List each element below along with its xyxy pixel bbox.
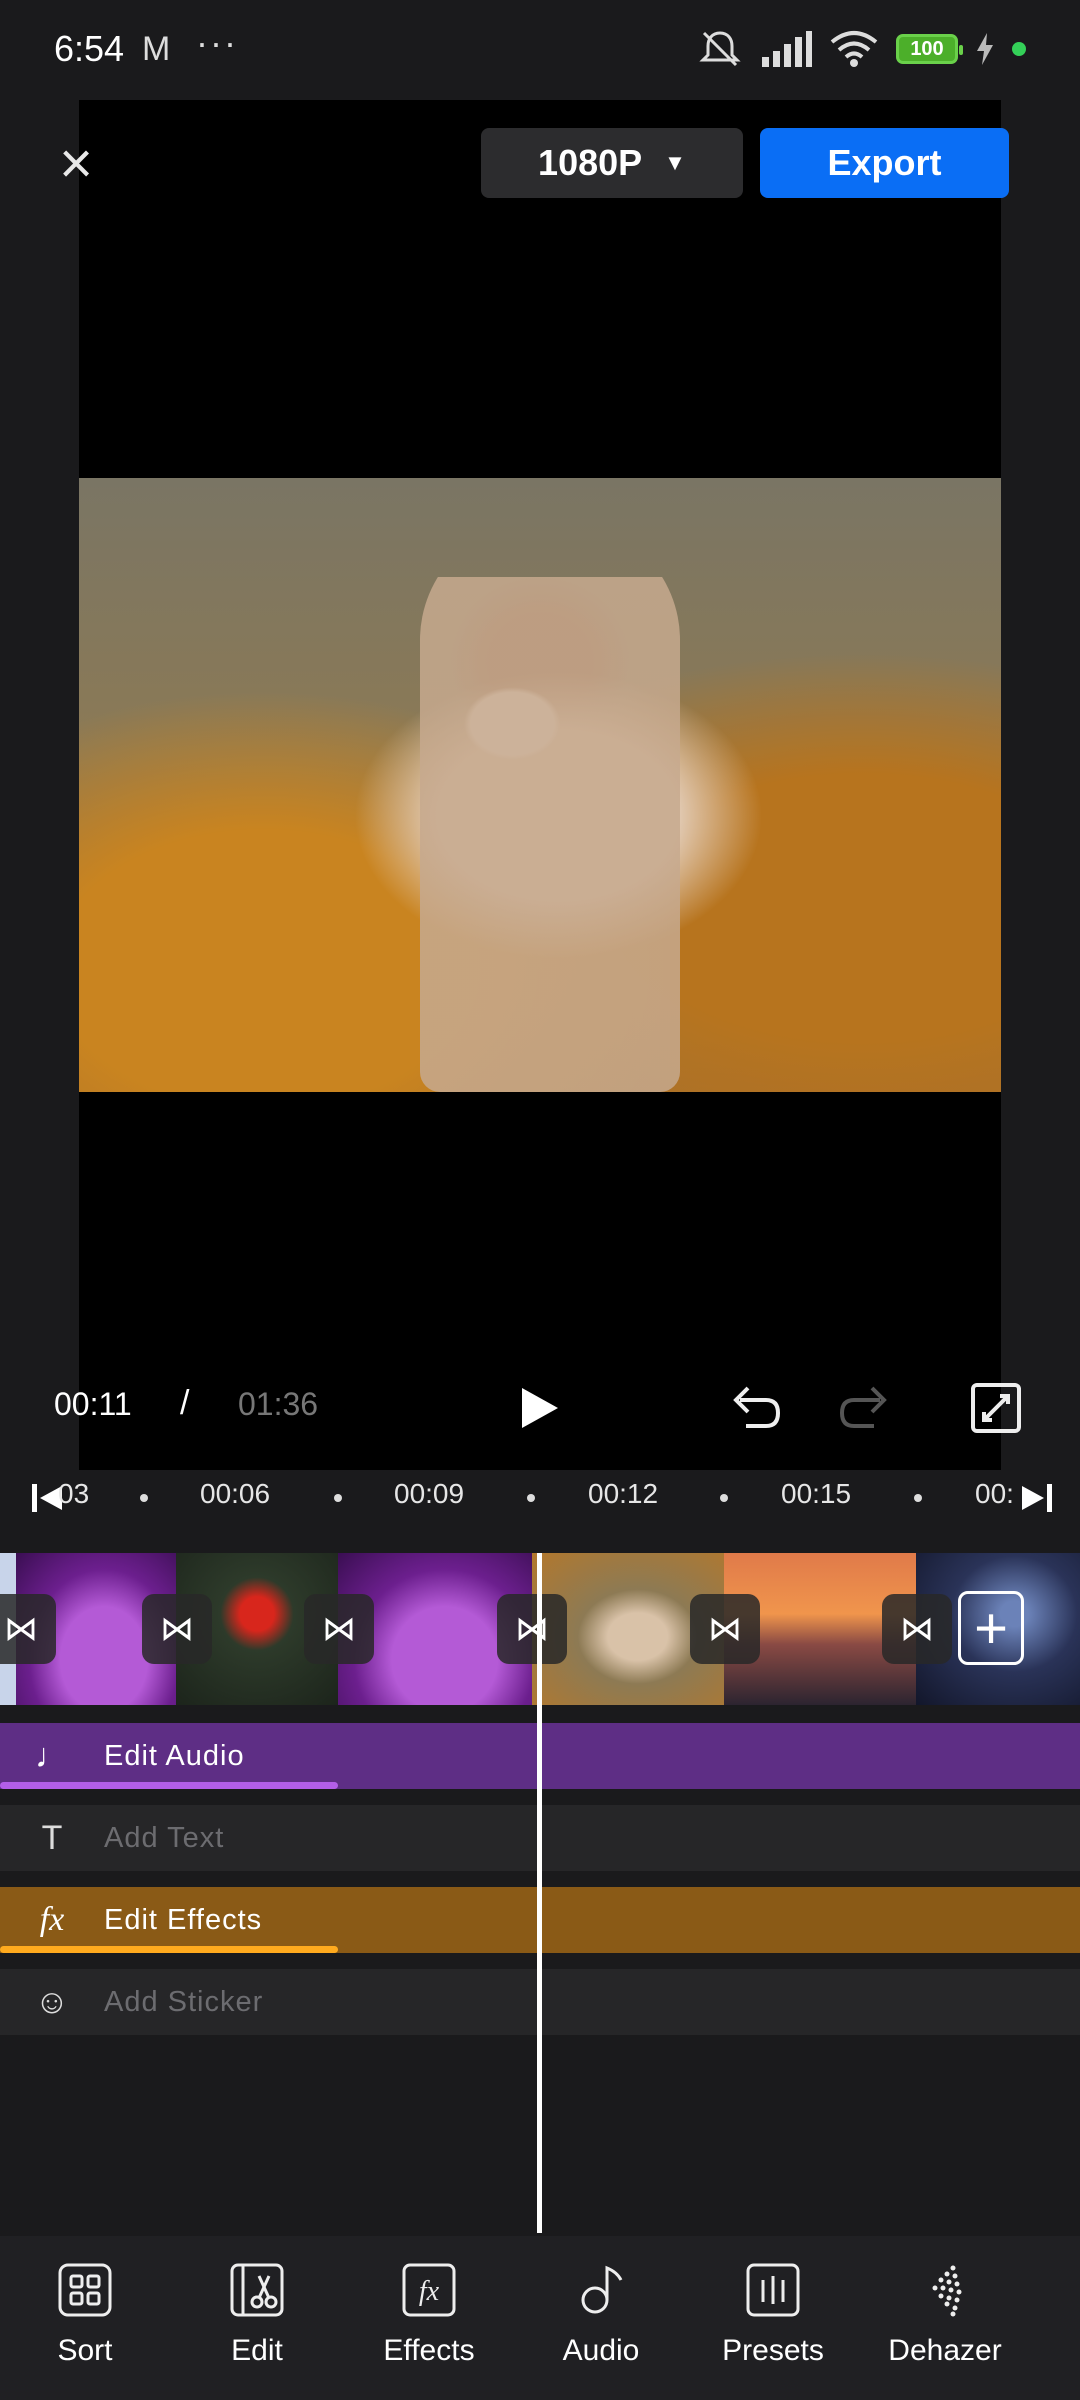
transition-icon[interactable]: ⋈ — [0, 1594, 56, 1664]
caret-down-icon: ▼ — [664, 150, 686, 175]
battery-icon: 100 — [896, 34, 963, 64]
resolution-label: 1080P — [538, 142, 643, 183]
current-time: 00:11 — [54, 1386, 132, 1422]
transition-icon[interactable]: ⋈ — [142, 1594, 212, 1664]
dehazer-dots-icon — [932, 2265, 962, 2317]
effects-clip-bar[interactable] — [0, 1946, 338, 1953]
ruler-tick: 03 — [58, 1478, 90, 1509]
nav-edit[interactable]: Edit — [182, 2262, 332, 2368]
signal-icon — [762, 31, 812, 67]
transition-icon[interactable]: ⋈ — [497, 1594, 567, 1664]
transition-icon[interactable]: ⋈ — [690, 1594, 760, 1664]
add-sticker-label: Add Sticker — [104, 1985, 264, 2018]
nav-sort-label: Sort — [57, 2334, 113, 2367]
play-icon[interactable] — [520, 1386, 560, 1430]
add-clip-button[interactable]: + — [958, 1591, 1024, 1665]
nav-effects[interactable]: fx Effects — [354, 2262, 504, 2368]
edit-audio-label: Edit Audio — [104, 1739, 245, 1772]
battery-level: 100 — [910, 37, 944, 60]
charging-icon — [977, 33, 993, 65]
add-text-label: Add Text — [104, 1821, 225, 1854]
presets-bars-icon — [746, 2263, 800, 2317]
fx-icon: fx — [402, 2263, 456, 2317]
undo-icon[interactable] — [726, 1382, 782, 1432]
music-note-icon: ♩ — [35, 1736, 69, 1775]
nav-presets-label: Presets — [722, 2334, 824, 2367]
ruler-tick: 00:15 — [781, 1478, 852, 1509]
ruler-tick: 00:06 — [200, 1478, 271, 1509]
audio-clip-bar[interactable] — [0, 1782, 338, 1789]
skip-end-icon[interactable] — [1014, 1482, 1054, 1514]
export-button[interactable]: Export — [760, 128, 1009, 198]
total-time: 01:36 — [238, 1386, 319, 1422]
playhead[interactable] — [537, 1553, 542, 2233]
smiley-icon: ☺ — [34, 1982, 70, 2021]
nav-audio-label: Audio — [562, 2334, 640, 2367]
music-note-icon — [581, 2265, 623, 2314]
transition-icon[interactable]: ⋈ — [304, 1594, 374, 1664]
system-icons: 100 — [698, 26, 1026, 72]
close-icon[interactable]: × — [52, 135, 100, 193]
redo-icon[interactable] — [838, 1382, 894, 1432]
more-notifications-icon: ··· — [196, 22, 238, 63]
ruler-tick: 00:09 — [394, 1478, 465, 1509]
text-icon: T — [41, 1818, 63, 1857]
ruler-dot — [720, 1494, 728, 1502]
nav-edit-label: Edit — [231, 2334, 283, 2367]
time-separator: / — [180, 1384, 190, 1422]
wifi-icon — [830, 31, 878, 67]
gmail-icon: M — [142, 30, 171, 68]
ruler-dot — [914, 1494, 922, 1502]
nav-audio[interactable]: Audio — [526, 2262, 676, 2368]
fullscreen-icon[interactable] — [970, 1382, 1022, 1434]
scissors-film-icon — [230, 2263, 284, 2317]
edit-effects-label: Edit Effects — [104, 1903, 263, 1936]
nav-dehazer-label: Dehazer — [888, 2334, 1002, 2367]
nav-presets[interactable]: Presets — [698, 2262, 848, 2368]
ruler-tick: 00: — [975, 1478, 1014, 1509]
preview-subject — [420, 520, 680, 1092]
mute-icon — [699, 31, 741, 67]
transition-icon[interactable]: ⋈ — [882, 1594, 952, 1664]
status-bar: 6:54 M ··· 100 — [0, 0, 1080, 100]
nav-dehazer[interactable]: Dehazer — [870, 2262, 1020, 2368]
ruler-dot — [334, 1494, 342, 1502]
privacy-indicator — [1012, 42, 1026, 56]
svg-text:fx: fx — [419, 2276, 440, 2307]
resolution-dropdown[interactable]: 1080P ▼ — [481, 128, 743, 198]
ruler-dot — [527, 1494, 535, 1502]
status-time: 6:54 — [54, 28, 125, 69]
ruler-dot — [140, 1494, 148, 1502]
nav-effects-label: Effects — [383, 2334, 475, 2367]
nav-sort[interactable]: Sort — [10, 2262, 160, 2368]
sort-grid-icon — [58, 2263, 112, 2317]
ruler-tick: 00:12 — [588, 1478, 659, 1509]
fx-icon: fx — [39, 1901, 65, 1938]
